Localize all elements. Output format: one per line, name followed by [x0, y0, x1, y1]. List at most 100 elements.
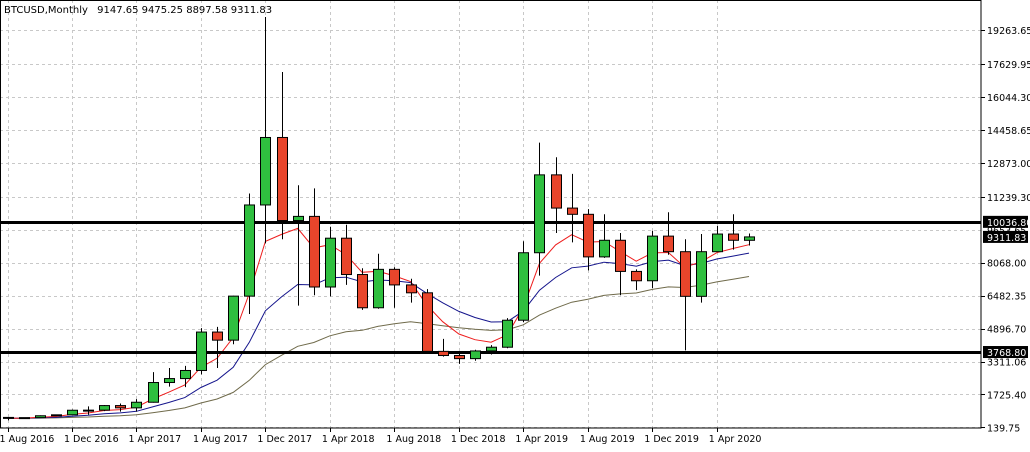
- bull-candle-body: [260, 136, 271, 206]
- candle: [712, 225, 723, 253]
- horizontal-levels[interactable]: [0, 221, 981, 354]
- candle: [180, 365, 191, 388]
- candle: [131, 399, 142, 412]
- candle: [115, 403, 126, 412]
- y-tick-label: 14458.65: [987, 126, 1030, 137]
- candle: [422, 289, 433, 354]
- candle: [680, 239, 691, 351]
- bear-candle-body: [615, 239, 626, 272]
- x-tick-label: 1 Dec 2017: [257, 434, 312, 445]
- ohlc-values: 9147.65 9475.25 8897.58 9311.83: [97, 5, 272, 16]
- bull-candle-body: [712, 233, 723, 253]
- bull-candle-body: [180, 369, 191, 380]
- y-tick-label: 11239.30: [987, 193, 1030, 204]
- candle: [357, 268, 368, 310]
- candle: [663, 212, 674, 255]
- chart-canvas[interactable]: 139.75 1725.40 3311.06 4896.70 6482.35 8068.0…: [0, 0, 1030, 448]
- bear-candle-body: [583, 213, 594, 258]
- x-tick-label: 1 Apr 2020: [709, 434, 762, 445]
- bull-candle-body: [196, 331, 207, 371]
- x-tick-label: 1 Apr 2019: [515, 434, 568, 445]
- candlesticks: [3, 17, 755, 421]
- bear-candle-body: [277, 136, 288, 222]
- candle: [148, 372, 159, 403]
- x-tick-label: 1 Aug 2018: [386, 434, 441, 445]
- y-tick-label: 6482.35: [987, 292, 1026, 303]
- x-tick-label: 1 Apr 2018: [322, 434, 375, 445]
- candle: [212, 326, 223, 368]
- candle: [228, 295, 239, 345]
- bear-candle-body: [212, 331, 223, 341]
- x-tick-label: 1 Dec 2018: [451, 434, 506, 445]
- bull-candle-body: [373, 268, 384, 309]
- symbol-label: BTCUSD,Monthly: [4, 5, 88, 16]
- bull-candle-body: [99, 405, 110, 411]
- bull-candle-body: [744, 236, 755, 241]
- y-tick-label: 8068.00: [987, 259, 1026, 270]
- candle: [615, 233, 626, 296]
- bull-candle-body: [83, 409, 94, 412]
- y-tick-label: 1725.40: [987, 390, 1026, 401]
- y-tick-label: 12873.00: [987, 159, 1030, 170]
- bull-candle-body: [228, 295, 239, 341]
- candle: [277, 72, 288, 240]
- candle: [99, 404, 110, 412]
- x-tick-label: 1 Apr 2017: [128, 434, 181, 445]
- candle: [325, 226, 336, 297]
- candle: [518, 241, 529, 323]
- bull-candle-body: [35, 415, 46, 419]
- bear-candle-body: [357, 274, 368, 309]
- candle: [534, 142, 545, 276]
- candle: [631, 269, 642, 291]
- bear-candle-body: [406, 284, 417, 294]
- candle: [51, 414, 62, 417]
- y-tick-label: 16044.30: [987, 93, 1030, 104]
- bull-candle-body: [293, 215, 304, 222]
- candle: [583, 209, 594, 271]
- candle: [3, 416, 14, 421]
- bull-candle-body: [502, 319, 513, 348]
- price-chart[interactable]: 139.75 1725.40 3311.06 4896.70 6482.35 8068.0…: [0, 0, 1030, 448]
- bull-candle-body: [325, 237, 336, 288]
- candle: [196, 328, 207, 375]
- x-tick-label: 1 Dec 2019: [644, 434, 699, 445]
- candle: [744, 233, 755, 246]
- bear-candle-body: [680, 251, 691, 297]
- candle: [470, 349, 481, 361]
- candle: [696, 234, 707, 303]
- x-tick-label: 1 Aug 2016: [0, 434, 54, 445]
- x-tick-label: 1 Dec 2016: [64, 434, 119, 445]
- current-price-tag: 9311.83: [987, 233, 1026, 244]
- bear-candle-body: [309, 215, 320, 288]
- candle: [373, 253, 384, 309]
- bull-candle-body: [148, 382, 159, 403]
- y-tick-label: 19263.65: [987, 26, 1030, 37]
- candle: [67, 409, 78, 416]
- level-low-tag: 3768.80: [987, 348, 1026, 359]
- bear-candle-body: [728, 233, 739, 241]
- time-axis: 1 Aug 2016 1 Dec 2016 1 Apr 2017 1 Aug 2017…: [0, 428, 761, 445]
- candle: [260, 17, 271, 244]
- bear-candle-body: [631, 270, 642, 282]
- y-tick-label: 17629.95: [987, 60, 1030, 71]
- bear-candle-body: [454, 355, 465, 360]
- bear-candle-body: [663, 235, 674, 253]
- candle: [389, 267, 400, 308]
- candle: [567, 173, 578, 243]
- y-tick-label: 139.75: [987, 423, 1020, 434]
- bull-candle-body: [131, 401, 142, 409]
- bull-candle-body: [599, 239, 610, 258]
- bear-candle-body: [438, 350, 449, 357]
- candle: [647, 230, 658, 289]
- bull-candle-body: [51, 414, 62, 417]
- bull-candle-body: [486, 346, 497, 352]
- candle: [502, 318, 513, 349]
- bull-candle-body: [67, 409, 78, 416]
- x-tick-label: 1 Aug 2019: [580, 434, 635, 445]
- bear-candle-body: [341, 237, 352, 276]
- candle: [35, 415, 46, 419]
- bear-candle-body: [3, 416, 14, 419]
- grid: [0, 0, 981, 428]
- x-tick-label: 1 Aug 2017: [193, 434, 248, 445]
- candle: [244, 193, 255, 314]
